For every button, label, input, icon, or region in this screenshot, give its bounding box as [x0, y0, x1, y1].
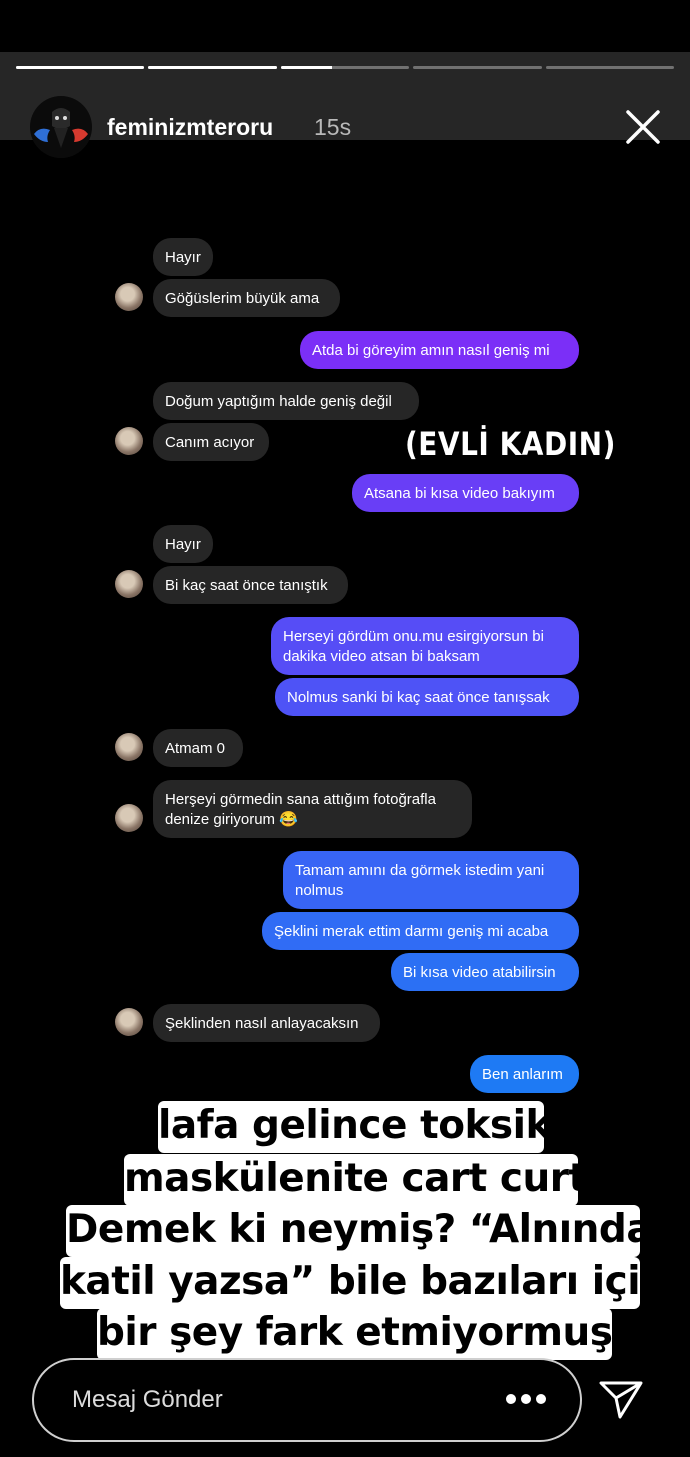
incoming-message: Herşeyi görmedin sana attığım fotoğrafla… [153, 780, 472, 838]
outgoing-message: Bi kısa video atabilirsin [391, 953, 579, 991]
outgoing-message: Atda bi göreyim amın nasıl geniş mi [300, 331, 579, 369]
progress-segment [148, 66, 277, 69]
more-icon[interactable] [506, 1388, 550, 1410]
incoming-message: Doğum yaptığım halde geniş değil [153, 382, 419, 420]
progress-segment [16, 66, 145, 69]
sender-avatar [115, 283, 143, 311]
story-username[interactable]: feminizmteroru [107, 114, 273, 141]
incoming-message: Hayır [153, 238, 213, 276]
incoming-message: Göğüslerim büyük ama [153, 279, 340, 317]
caption-line: lafa gelince toksik [158, 1101, 551, 1153]
caption-line: katil yazsa” bile bazıları için [60, 1257, 668, 1309]
sender-avatar [115, 427, 143, 455]
caption-line: bir şey fark etmiyormuş. [97, 1308, 627, 1360]
story-time: 15s [314, 114, 352, 140]
caption-line: Demek ki neymiş? “Alnında [66, 1205, 653, 1257]
progress-segment [280, 66, 410, 69]
progress-segment [413, 66, 542, 69]
status-bar-area [0, 0, 690, 52]
incoming-message: Canım acıyor [153, 423, 269, 461]
outgoing-message: Nolmus sanki bi kaç saat önce tanışsak [275, 678, 579, 716]
incoming-message: Şeklinden nasıl anlayacaksın [153, 1004, 380, 1042]
incoming-message: Hayır [153, 525, 213, 563]
story-progress [16, 66, 675, 69]
sender-avatar [115, 733, 143, 761]
outgoing-message: Şeklini merak ettim darmı geniş mi acaba [262, 912, 579, 950]
incoming-message: Atmam 0 [153, 729, 243, 767]
caption-line: maskülenite cart curt [124, 1154, 587, 1206]
outgoing-message: Ben anlarım [470, 1055, 579, 1093]
send-icon[interactable] [598, 1378, 644, 1420]
message-input[interactable] [32, 1358, 582, 1442]
story-header: feminizmteroru 15s [30, 96, 670, 158]
sender-avatar [115, 570, 143, 598]
outgoing-message: Herseyi gördüm onu.mu esirgiyorsun bi da… [271, 617, 579, 675]
avatar-icon[interactable] [30, 96, 92, 158]
sender-avatar [115, 1008, 143, 1036]
close-icon[interactable] [624, 108, 662, 146]
outgoing-message: Atsana bi kısa video bakıyım [352, 474, 579, 512]
progress-segment [545, 66, 675, 69]
outgoing-message: Tamam amını da görmek istedim yani nolmu… [283, 851, 579, 909]
incoming-message: Bi kaç saat önce tanıştık [153, 566, 348, 604]
annotation-label: (EVLİ KADIN) [405, 425, 616, 463]
sender-avatar [115, 804, 143, 832]
